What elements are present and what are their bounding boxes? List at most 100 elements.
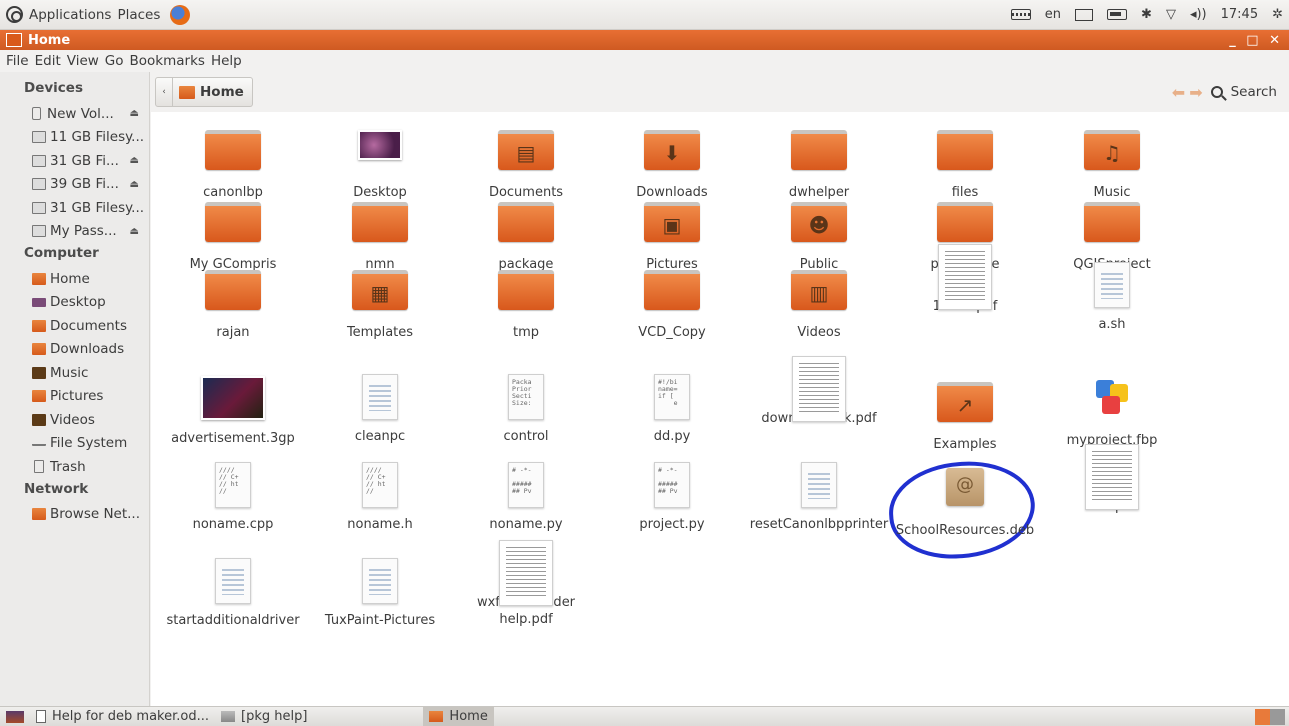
volume-icon[interactable]: ◂)): [1190, 7, 1207, 22]
sidebar-item[interactable]: 31 GB Fi... ⏏: [0, 149, 149, 173]
sidebar-item[interactable]: New Vol... ⏏: [0, 102, 149, 126]
file-item[interactable]: canonlbp: [163, 122, 303, 201]
sidebar-item[interactable]: Documents: [0, 314, 149, 338]
videos-folder-icon: [32, 413, 46, 426]
power-gear-icon[interactable]: ✲: [1272, 7, 1283, 22]
file-item[interactable]: a.sh: [1042, 262, 1182, 333]
sidebar-item[interactable]: Videos: [0, 408, 149, 432]
menu-bookmarks[interactable]: Bookmarks: [130, 53, 205, 69]
file-icon-box: [456, 540, 596, 606]
sidebar-item[interactable]: 31 GB Filesy...: [0, 196, 149, 220]
sidebar-item[interactable]: 11 GB Filesy...: [0, 126, 149, 150]
menu-bar: File Edit View Go Bookmarks Help: [0, 50, 1289, 72]
sidebar-item[interactable]: Desktop: [0, 291, 149, 315]
sidebar-item[interactable]: My Pass... ⏏: [0, 220, 149, 244]
file-icon-box: [1042, 202, 1182, 250]
file-item[interactable]: advertisement.3gp: [163, 374, 303, 447]
path-button-home[interactable]: Home: [173, 77, 253, 107]
sidebar-item[interactable]: Home: [0, 267, 149, 291]
ubuntu-logo-icon[interactable]: [6, 6, 23, 23]
sidebar-item[interactable]: 39 GB Fi... ⏏: [0, 173, 149, 197]
taskbar-item[interactable]: [pkg help]: [215, 707, 313, 726]
file-name: control: [503, 429, 549, 444]
file-item[interactable]: tmp: [456, 262, 596, 341]
file-item[interactable]: ↗ Examples: [895, 374, 1035, 453]
sidebar-item[interactable]: Browse Net...: [0, 503, 149, 527]
show-desktop-icon[interactable]: [6, 710, 24, 723]
sidebar-item[interactable]: Downloads: [0, 338, 149, 362]
keyboard-layout[interactable]: en: [1045, 7, 1061, 22]
sidebar-item[interactable]: Pictures: [0, 385, 149, 409]
file-item[interactable]: Desktop: [310, 122, 450, 201]
file-name: TuxPaint-Pictures: [324, 613, 436, 628]
file-item[interactable]: cleanpc: [310, 374, 450, 445]
file-item[interactable]: //// // C+ // ht // noname.h: [310, 462, 450, 533]
battery-icon[interactable]: [1107, 9, 1128, 20]
window-title-bar[interactable]: Home _ □ ✕: [0, 30, 1289, 50]
file-item[interactable]: TuxPaint-Pictures: [310, 558, 450, 629]
file-item[interactable]: files: [895, 122, 1035, 201]
bluetooth-icon[interactable]: ✱: [1141, 7, 1152, 22]
folder-icon: [205, 202, 261, 242]
file-name: noname.py: [489, 517, 563, 532]
eject-icon[interactable]: ⏏: [130, 179, 139, 190]
keyboard-icon[interactable]: [1010, 9, 1031, 20]
path-scroll-left-button[interactable]: ‹: [155, 77, 173, 107]
file-item[interactable]: download link.pdf: [749, 356, 889, 427]
applications-menu[interactable]: Applications: [29, 7, 111, 23]
file-item[interactable]: ⬇ Downloads: [602, 122, 742, 201]
clock[interactable]: 17:45: [1221, 7, 1258, 22]
file-item[interactable]: resetCanonlbpprinter: [749, 462, 889, 533]
window-controls[interactable]: _ □ ✕: [1229, 33, 1283, 48]
sidebar-item[interactable]: Music: [0, 361, 149, 385]
file-item[interactable]: # -*- ##### ## Pv project.py: [602, 462, 742, 533]
file-icon-box: [1042, 378, 1182, 426]
file-item[interactable]: ▤ Documents: [456, 122, 596, 201]
folder-icon: [205, 130, 261, 170]
file-item[interactable]: //// // C+ // ht // noname.cpp: [163, 462, 303, 533]
workspace-switcher[interactable]: [1255, 708, 1285, 725]
search-button-label[interactable]: Search: [1231, 84, 1277, 100]
firefox-icon[interactable]: [170, 4, 191, 25]
eject-icon[interactable]: ⏏: [130, 108, 139, 119]
script-file-icon: //// // C+ // ht //: [215, 462, 251, 508]
file-item[interactable]: 12link.pdf: [895, 244, 1035, 315]
sidebar-item-label: 39 GB Fi...: [50, 176, 119, 193]
eject-icon[interactable]: ⏏: [130, 226, 139, 237]
places-menu[interactable]: Places: [117, 7, 160, 23]
folder-icon: [205, 270, 261, 310]
file-item[interactable]: wxform builder help.pdf: [456, 540, 596, 628]
file-item[interactable]: ♫ Music: [1042, 122, 1182, 201]
file-item[interactable]: startadditionaldriver: [163, 558, 303, 629]
eject-icon[interactable]: ⏏: [130, 155, 139, 166]
file-item[interactable]: # -*- ##### ## Pv noname.py: [456, 462, 596, 533]
file-item[interactable]: sed.pdf: [1042, 444, 1182, 515]
forward-arrow-icon[interactable]: ➡: [1189, 83, 1202, 102]
menu-view[interactable]: View: [67, 53, 99, 69]
back-arrow-icon[interactable]: ⬅: [1172, 83, 1185, 102]
menu-go[interactable]: Go: [105, 53, 124, 69]
file-item[interactable]: VCD_Copy: [602, 262, 742, 341]
taskbar-item[interactable]: Help for deb maker.od...: [30, 707, 215, 726]
file-item[interactable]: SchoolResources.deb: [895, 462, 1035, 539]
search-icon[interactable]: [1210, 86, 1223, 98]
file-item[interactable]: myproject.fbp: [1042, 374, 1182, 449]
mail-icon[interactable]: [1075, 8, 1094, 21]
menu-file[interactable]: File: [6, 53, 29, 69]
file-item[interactable]: dwhelper: [749, 122, 889, 201]
network-wifi-icon[interactable]: ▽: [1166, 7, 1176, 22]
sidebar-item[interactable]: Trash: [0, 455, 149, 479]
menu-edit[interactable]: Edit: [35, 53, 61, 69]
file-item[interactable]: ▦ Templates: [310, 262, 450, 341]
sidebar-item-label: Documents: [50, 317, 127, 334]
trash-icon: [34, 460, 44, 474]
file-icon-box: ▤: [456, 130, 596, 178]
file-item[interactable]: #!/bi name= if [ e dd.py: [602, 374, 742, 445]
menu-help[interactable]: Help: [211, 53, 242, 69]
file-item[interactable]: ▥ Videos: [749, 262, 889, 341]
taskbar-item[interactable]: Home: [423, 706, 494, 726]
file-item[interactable]: Packa Prior Secti Size: control: [456, 374, 596, 445]
sidebar-item[interactable]: File System: [0, 432, 149, 456]
file-item[interactable]: rajan: [163, 262, 303, 341]
file-icon-box: [1042, 262, 1182, 310]
